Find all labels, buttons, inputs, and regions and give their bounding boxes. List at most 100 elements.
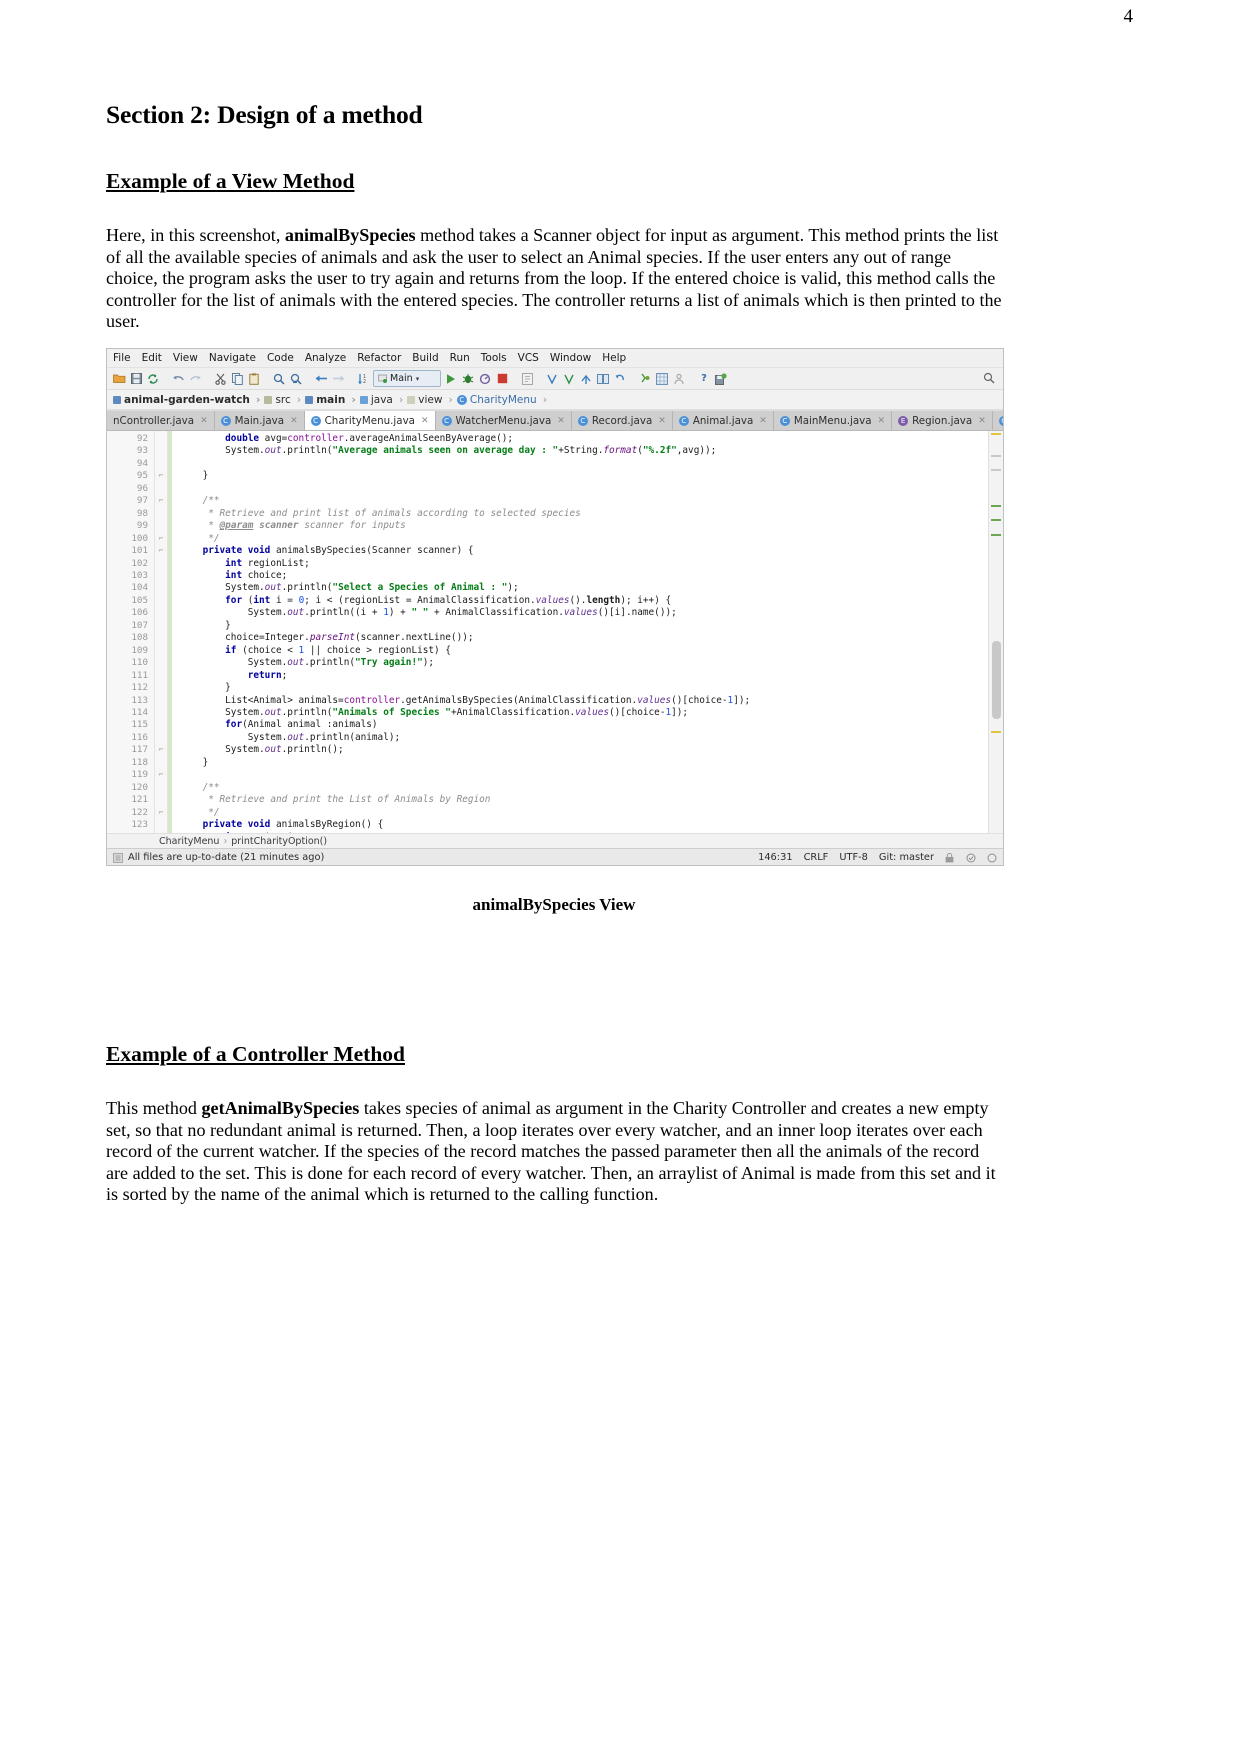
fold-marker[interactable]: ⌐ [155, 545, 167, 557]
redo-icon[interactable] [188, 372, 202, 386]
tab-main-java[interactable]: C Main.java ✕ [214, 411, 305, 430]
close-icon[interactable]: ✕ [878, 416, 886, 426]
menu-item-vcs[interactable]: VCS [518, 352, 539, 364]
fold-marker[interactable]: ⌐ [155, 769, 167, 781]
help-icon[interactable]: ? [697, 372, 711, 386]
diff-icon[interactable] [596, 372, 610, 386]
fold-marker[interactable]: ⌐ [155, 807, 167, 819]
menu-item-edit[interactable]: Edit [142, 352, 162, 364]
code-editor[interactable]: 92 93 94 95 96 97 98 99 100 101 102 103 … [107, 431, 1003, 833]
breadcrumb-class-label: CharityMenu [469, 393, 537, 406]
sync-icon[interactable] [146, 372, 160, 386]
vcs-marker[interactable] [991, 505, 1001, 507]
menu-item-view[interactable]: View [173, 352, 198, 364]
search-everywhere-icon[interactable] [983, 372, 995, 387]
menu-item-refactor[interactable]: Refactor [357, 352, 401, 364]
back-icon[interactable] [314, 372, 328, 386]
paragraph-controller-bold-term: getAnimalBySpecies [201, 1098, 360, 1118]
find-icon[interactable] [272, 372, 286, 386]
tab-record-java[interactable]: C Record.java ✕ [571, 411, 673, 430]
paste-icon[interactable] [247, 372, 261, 386]
line-number: 118 [131, 756, 148, 768]
menu-item-window[interactable]: Window [550, 352, 591, 364]
run-icon[interactable] [444, 372, 458, 386]
menu-item-code[interactable]: Code [267, 352, 294, 364]
save-all-icon[interactable] [714, 372, 728, 386]
fold-marker[interactable]: ⌐ [155, 744, 167, 756]
stop-icon[interactable] [495, 372, 509, 386]
chevron-down-icon[interactable]: ▾ [416, 375, 420, 383]
breadcrumb-class[interactable]: C CharityMenu › [456, 393, 551, 406]
copy-icon[interactable] [230, 372, 244, 386]
editor-marker-bar[interactable] [988, 431, 1003, 833]
tab-region-java[interactable]: E Region.java ✕ [892, 411, 993, 430]
info-marker[interactable] [991, 469, 1001, 471]
fold-marker[interactable]: ⌐ [155, 495, 167, 507]
bottom-breadcrumb-class[interactable]: CharityMenu [159, 836, 219, 847]
lock-icon[interactable] [945, 852, 955, 863]
breadcrumb-main[interactable]: main › [305, 393, 360, 406]
tab-watchermenu-java[interactable]: C WatcherMenu.java ✕ [435, 411, 572, 430]
tab-watcher-java[interactable]: C Watcher.java ✕ [992, 411, 1003, 430]
coverage-icon[interactable] [520, 372, 534, 386]
git-branch-indicator[interactable]: Git: master [879, 852, 934, 863]
inspection-icon[interactable] [966, 853, 976, 863]
tab-animal-java[interactable]: C Animal.java ✕ [672, 411, 774, 430]
bottom-breadcrumb-method[interactable]: printCharityOption() [231, 836, 327, 847]
notifications-icon[interactable] [987, 853, 997, 863]
menu-item-file[interactable]: File [113, 352, 131, 364]
caret-position[interactable]: 146:31 [758, 852, 792, 863]
info-marker[interactable] [991, 455, 1001, 457]
close-icon[interactable]: ✕ [200, 416, 208, 426]
close-icon[interactable]: ✕ [759, 416, 767, 426]
tab-label: Region.java [912, 414, 973, 427]
warning-marker[interactable] [991, 731, 1001, 733]
menu-item-analyze[interactable]: Analyze [305, 352, 346, 364]
rollback-icon[interactable] [613, 372, 627, 386]
user-icon[interactable] [672, 372, 686, 386]
menu-item-navigate[interactable]: Navigate [209, 352, 256, 364]
close-icon[interactable]: ✕ [421, 416, 429, 426]
editor-vertical-scrollbar[interactable] [992, 641, 1001, 719]
forward-icon[interactable] [331, 372, 345, 386]
code-folding-column[interactable]: ⌐ ⌐ ⌐ ⌐ ⌐ ⌐ ⌐ [155, 431, 168, 833]
profile-icon[interactable] [478, 372, 492, 386]
fold-marker[interactable]: ⌐ [155, 533, 167, 545]
close-icon[interactable]: ✕ [978, 416, 986, 426]
close-icon[interactable]: ✕ [290, 416, 298, 426]
undo-icon[interactable] [171, 372, 185, 386]
breadcrumb-view[interactable]: view › [407, 393, 457, 406]
vcs-update-icon[interactable] [545, 372, 559, 386]
editor-code-content[interactable]: double avg=controller.averageAnimalSeenB… [172, 431, 1003, 833]
close-icon[interactable]: ✕ [557, 416, 565, 426]
open-folder-icon[interactable] [112, 372, 126, 386]
tab-ncontroller-java[interactable]: nController.java ✕ [107, 411, 215, 430]
line-separator-indicator[interactable]: CRLF [804, 852, 829, 863]
encoding-indicator[interactable]: UTF-8 [839, 852, 868, 863]
breadcrumb-src[interactable]: src › [264, 393, 305, 406]
vcs-commit-icon[interactable] [562, 372, 576, 386]
run-configuration-selector[interactable]: Main ▾ [373, 370, 441, 387]
settings-icon[interactable] [638, 372, 652, 386]
cut-icon[interactable] [213, 372, 227, 386]
debug-icon[interactable] [461, 372, 475, 386]
close-icon[interactable]: ✕ [658, 416, 666, 426]
breadcrumb-project[interactable]: animal-garden-watch › [113, 393, 264, 406]
structure-icon[interactable] [655, 372, 669, 386]
replace-icon[interactable] [289, 372, 303, 386]
save-icon[interactable] [129, 372, 143, 386]
compile-icon[interactable]: 12 [356, 372, 370, 386]
fold-marker[interactable]: ⌐ [155, 470, 167, 482]
vcs-marker[interactable] [991, 519, 1001, 521]
tab-charitymenu-java[interactable]: C CharityMenu.java ✕ [304, 411, 436, 430]
menu-item-tools[interactable]: Tools [481, 352, 507, 364]
vcs-marker[interactable] [991, 534, 1001, 536]
menu-item-run[interactable]: Run [450, 352, 470, 364]
breadcrumb-chevron-icon: › [351, 393, 356, 406]
warning-marker[interactable] [991, 433, 1001, 435]
menu-item-help[interactable]: Help [602, 352, 626, 364]
tab-mainmenu-java[interactable]: C MainMenu.java ✕ [773, 411, 893, 430]
vcs-push-icon[interactable] [579, 372, 593, 386]
menu-item-build[interactable]: Build [412, 352, 438, 364]
breadcrumb-java[interactable]: java › [359, 393, 407, 406]
